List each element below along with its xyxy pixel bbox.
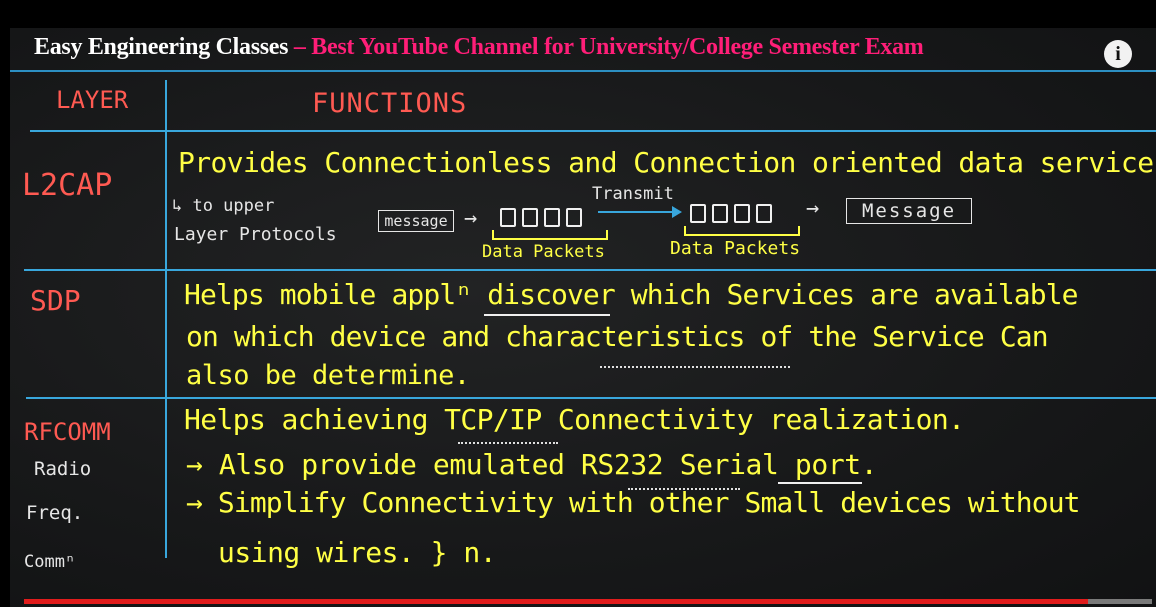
l2cap-note-line2: Layer Protocols (174, 224, 337, 245)
sdp-line3: also be determine. (186, 360, 470, 391)
rfcomm-line3: → Simplify Connectivity with other Small… (186, 486, 1081, 519)
rfcomm-line2: → Also provide emulated RS232 Serial por… (186, 448, 878, 481)
message-out-box: Message (846, 198, 972, 224)
packets-right-label: Data Packets (670, 238, 801, 259)
video-progress-fill (24, 599, 1088, 604)
video-progress-bar[interactable] (24, 599, 1152, 604)
layer-rfcomm: RFCOMM (24, 418, 111, 446)
column-divider (165, 80, 167, 558)
packets-left (500, 208, 582, 227)
row-divider-sdp (26, 397, 1156, 399)
packets-right-brace (684, 226, 800, 236)
arrow-to-packets: → (464, 206, 478, 231)
rfcomm-subtitle-radio: Radio (34, 458, 92, 480)
transmit-arrow (598, 206, 682, 218)
wavy-underline-rs232 (628, 482, 740, 490)
packets-left-label: Data Packets (482, 242, 605, 262)
packet-box (500, 208, 516, 227)
packet-box (734, 204, 750, 223)
layer-sdp: SDP (30, 284, 81, 317)
message-in-box: message (378, 210, 454, 232)
packets-left-brace (492, 230, 608, 240)
channel-tagline: – Best YouTube Channel for University/Co… (288, 34, 924, 60)
underline-serial (778, 482, 862, 484)
underline-discover (484, 314, 610, 316)
rfcomm-subtitle-freq: Freq. (26, 502, 84, 524)
header-divider (30, 130, 1156, 132)
info-icon[interactable]: i (1104, 40, 1132, 68)
packet-box (566, 208, 582, 227)
l2cap-note-line1: ↳ to upper (172, 196, 275, 216)
l2cap-function: Provides Connectionless and Connection o… (178, 146, 1156, 179)
packet-box (522, 208, 538, 227)
sdp-line1: Helps mobile applⁿ discover which Servic… (184, 278, 1079, 311)
blackboard (10, 28, 1156, 607)
header-functions: FUNCTIONS (312, 88, 468, 119)
packet-box (756, 204, 772, 223)
arrow-to-message: → (806, 196, 820, 221)
rfcomm-line4: using wires. } n. (218, 536, 497, 569)
row-divider-l2cap (24, 269, 1156, 271)
packet-box (544, 208, 560, 227)
packet-box (712, 204, 728, 223)
rfcomm-subtitle-comm: Commⁿ (24, 552, 76, 572)
packets-right (690, 204, 772, 223)
header-layer: LAYER (56, 86, 129, 114)
channel-name: Easy Engineering Classes (34, 34, 289, 60)
channel-banner: Easy Engineering Classes – Best YouTube … (34, 34, 924, 61)
wavy-underline-tcpip (458, 436, 558, 444)
wavy-underline-characteristics (600, 360, 790, 368)
layer-l2cap: L2CAP (22, 168, 113, 203)
window-top-bar (0, 0, 1156, 28)
packet-box (690, 204, 706, 223)
sdp-line2: on which device and characteristics of t… (186, 320, 1049, 353)
transmit-label: Transmit (592, 184, 674, 204)
banner-divider (10, 70, 1156, 72)
rfcomm-line1: Helps achieving TCP/IP Connectivity real… (184, 403, 965, 436)
